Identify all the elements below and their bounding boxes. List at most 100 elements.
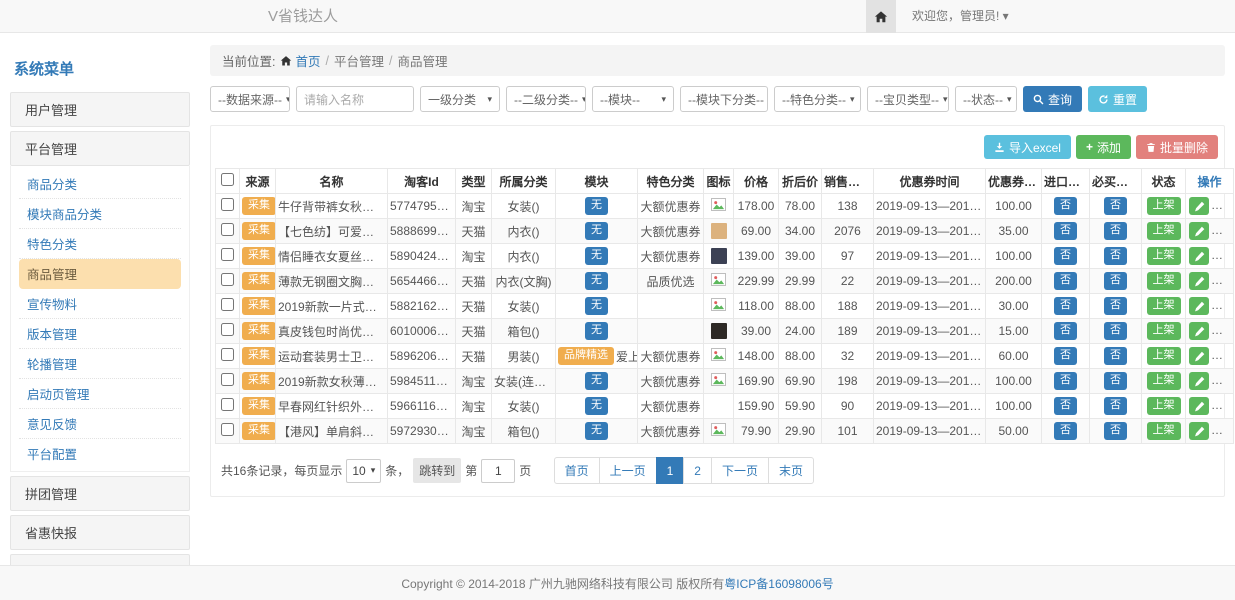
status-badge[interactable]: 上架 — [1147, 422, 1181, 440]
pager-button[interactable]: 末页 — [768, 457, 814, 484]
must-buy-toggle[interactable]: 否 — [1104, 247, 1127, 265]
must-buy-toggle[interactable]: 否 — [1104, 397, 1127, 415]
status-badge[interactable]: 上架 — [1147, 347, 1181, 365]
filter-select[interactable]: --二级分类--▾ — [506, 86, 586, 112]
status-badge[interactable]: 上架 — [1147, 272, 1181, 290]
source-badge: 采集 — [242, 347, 276, 365]
per-page-select[interactable]: 10▾ — [346, 459, 381, 483]
product-thumbnail — [711, 223, 727, 239]
status-badge[interactable]: 上架 — [1147, 222, 1181, 240]
edit-button[interactable] — [1189, 322, 1209, 340]
row-checkbox[interactable] — [221, 373, 234, 386]
filter-select[interactable]: --模块--▾ — [592, 86, 674, 112]
breadcrumb-item[interactable]: 平台管理 — [334, 51, 384, 70]
status-badge[interactable]: 上架 — [1147, 297, 1181, 315]
pager-button[interactable]: 2 — [683, 457, 712, 484]
row-checkbox[interactable] — [221, 298, 234, 311]
must-buy-toggle[interactable]: 否 — [1104, 197, 1127, 215]
discount-cell: 88.00 — [779, 344, 822, 369]
import-select-toggle[interactable]: 否 — [1054, 222, 1077, 240]
import-select-toggle[interactable]: 否 — [1054, 372, 1077, 390]
edit-button[interactable] — [1189, 297, 1209, 315]
status-badge[interactable]: 上架 — [1147, 397, 1181, 415]
jump-page-input[interactable]: 1 — [481, 459, 515, 483]
sidebar-subitem[interactable]: 版本管理 — [19, 319, 181, 349]
import-select-toggle[interactable]: 否 — [1054, 272, 1077, 290]
jump-button[interactable]: 跳转到 — [413, 458, 461, 483]
pager-button[interactable]: 上一页 — [599, 457, 657, 484]
sidebar-item[interactable]: 省惠快报 — [10, 515, 190, 550]
filter-select[interactable]: --数据来源--▾ — [210, 86, 290, 112]
row-checkbox[interactable] — [221, 323, 234, 336]
must-buy-toggle[interactable]: 否 — [1104, 347, 1127, 365]
pager-button[interactable]: 首页 — [554, 457, 600, 484]
must-buy-toggle[interactable]: 否 — [1104, 322, 1127, 340]
must-buy-toggle[interactable]: 否 — [1104, 222, 1127, 240]
filter-select[interactable]: --特色分类--▾ — [774, 86, 861, 112]
status-badge[interactable]: 上架 — [1147, 247, 1181, 265]
sidebar-subitem[interactable]: 平台配置 — [19, 439, 181, 468]
coupon_amount-cell: 100.00 — [986, 369, 1042, 394]
import-select-toggle[interactable]: 否 — [1054, 397, 1077, 415]
must-buy-toggle[interactable]: 否 — [1104, 272, 1127, 290]
sidebar-subitem[interactable]: 模块商品分类 — [19, 199, 181, 229]
edit-button[interactable] — [1189, 247, 1209, 265]
sidebar-item[interactable]: 拼团管理 — [10, 476, 190, 511]
must-buy-toggle[interactable]: 否 — [1104, 297, 1127, 315]
status-badge[interactable]: 上架 — [1147, 322, 1181, 340]
import-excel-button[interactable]: 导入excel — [984, 135, 1071, 159]
edit-button[interactable] — [1189, 422, 1209, 440]
add-button[interactable]: + 添加 — [1076, 135, 1131, 159]
sidebar-subitem[interactable]: 特色分类 — [19, 229, 181, 259]
row-checkbox[interactable] — [221, 423, 234, 436]
edit-button[interactable] — [1189, 197, 1209, 215]
pager-button[interactable]: 下一页 — [711, 457, 769, 484]
sidebar-subitem[interactable]: 轮播管理 — [19, 349, 181, 379]
home-button[interactable] — [866, 0, 896, 33]
sidebar-subitem[interactable]: 商品管理 — [19, 259, 181, 289]
icp-link[interactable]: 粤ICP备16098006号 — [724, 577, 833, 591]
edit-button[interactable] — [1189, 347, 1209, 365]
row-checkbox[interactable] — [221, 198, 234, 211]
status-badge[interactable]: 上架 — [1147, 197, 1181, 215]
edit-button[interactable] — [1189, 397, 1209, 415]
row-checkbox[interactable] — [221, 223, 234, 236]
edit-button[interactable] — [1189, 272, 1209, 290]
import-select-toggle[interactable]: 否 — [1054, 197, 1077, 215]
search-button[interactable]: 查询 — [1023, 86, 1082, 112]
import-select-toggle[interactable]: 否 — [1054, 422, 1077, 440]
select-all-checkbox[interactable] — [221, 173, 234, 186]
edit-button[interactable] — [1189, 222, 1209, 240]
row-checkbox[interactable] — [221, 248, 234, 261]
name-cell: 早春网红针织外套女春... — [276, 394, 388, 419]
filter-select[interactable]: --模块下分类--▾ — [680, 86, 768, 112]
filter-select[interactable]: --宝贝类型--▾ — [867, 86, 949, 112]
name-cell: 真皮钱包时尚优雅女士... — [276, 319, 388, 344]
must-buy-toggle[interactable]: 否 — [1104, 372, 1127, 390]
sidebar-item[interactable]: 用户管理 — [10, 92, 190, 127]
import-select-toggle[interactable]: 否 — [1054, 297, 1077, 315]
reset-button[interactable]: 重置 — [1088, 86, 1147, 112]
sidebar-subitem[interactable]: 意见反馈 — [19, 409, 181, 439]
sidebar-item[interactable]: 平台管理 — [10, 131, 190, 166]
sidebar-subitem[interactable]: 宣传物料 — [19, 289, 181, 319]
welcome-user-menu[interactable]: 欢迎您，管理员! ▾ — [912, 0, 1009, 33]
import-select-toggle[interactable]: 否 — [1054, 347, 1077, 365]
import-select-toggle[interactable]: 否 — [1054, 322, 1077, 340]
filter-select[interactable]: 一级分类▾ — [420, 86, 500, 112]
batch-delete-button[interactable]: 批量删除 — [1136, 135, 1218, 159]
name-search-input[interactable]: 请输入名称 — [296, 86, 414, 112]
breadcrumb-home-link[interactable]: 首页 — [280, 51, 320, 70]
filter-select[interactable]: --状态--▾ — [955, 86, 1017, 112]
pager-button[interactable]: 1 — [656, 457, 685, 484]
edit-button[interactable] — [1189, 372, 1209, 390]
source-badge: 采集 — [242, 372, 276, 390]
import-select-toggle[interactable]: 否 — [1054, 247, 1077, 265]
row-checkbox[interactable] — [221, 348, 234, 361]
row-checkbox[interactable] — [221, 273, 234, 286]
sidebar-subitem[interactable]: 商品分类 — [19, 169, 181, 199]
must-buy-toggle[interactable]: 否 — [1104, 422, 1127, 440]
row-checkbox[interactable] — [221, 398, 234, 411]
status-badge[interactable]: 上架 — [1147, 372, 1181, 390]
sidebar-subitem[interactable]: 启动页管理 — [19, 379, 181, 409]
